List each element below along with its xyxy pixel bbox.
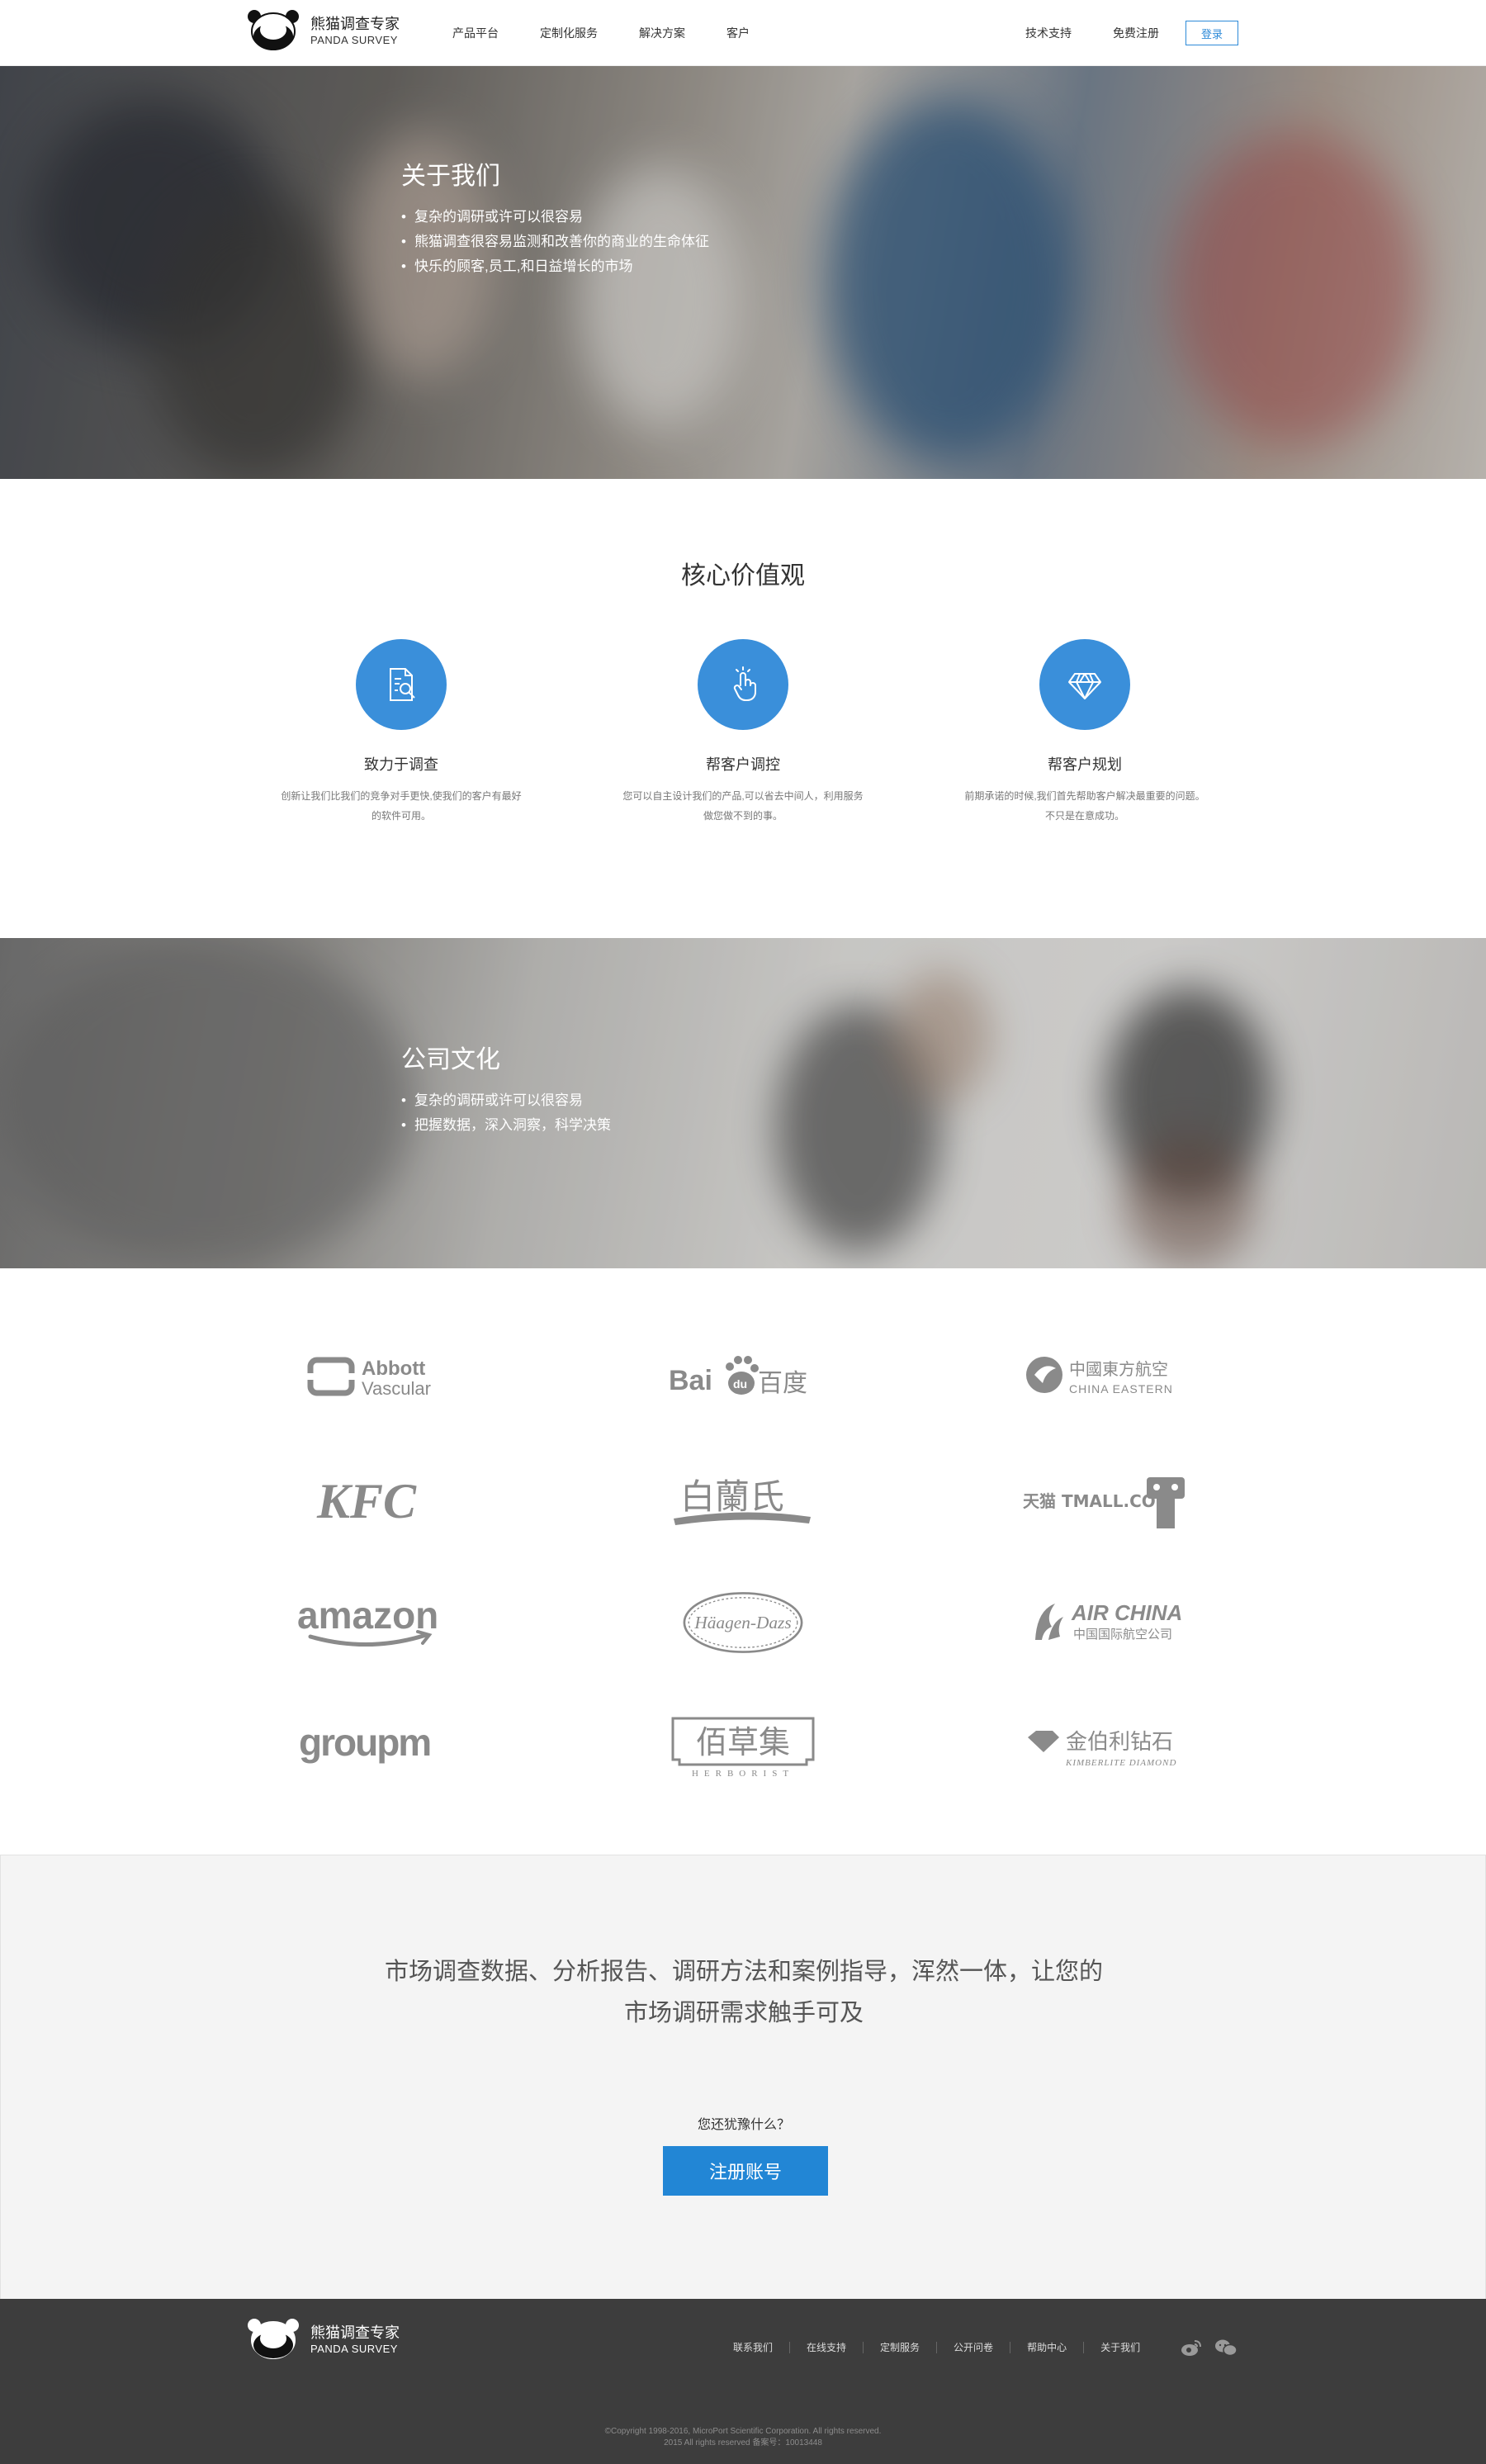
cta-line: 市场调查数据、分析报告、调研方法和案例指导，浑然一体，让您的 (384, 1959, 1103, 1985)
svg-text:groupm: groupm (299, 1721, 430, 1764)
document-search-icon (356, 639, 447, 730)
nav-item-solutions[interactable]: 解决方案 (639, 25, 685, 41)
client-logo-amazon: amazon (269, 1585, 484, 1660)
brand-sub: PANDA SURVEY (310, 33, 398, 46)
culture-title: 公司文化 (401, 1046, 500, 1073)
values-title: 核心价值观 (681, 562, 805, 590)
diamond-icon (1039, 639, 1130, 730)
svg-text:Vascular: Vascular (362, 1378, 431, 1399)
value-card: 帮客户调控 您可以自主设计我们的产品,可以省去中间人，利用服务做您做不到的事。 (611, 639, 875, 826)
nav-item-custom-service[interactable]: 定制化服务 (540, 25, 598, 41)
culture-banner: 公司文化 复杂的调研或许可以很容易 把握数据，深入洞察，科学决策 (0, 938, 1486, 1268)
svg-text:HERBORIST: HERBORIST (692, 1769, 794, 1779)
svg-text:Häagen-Dazs: Häagen-Dazs (693, 1613, 791, 1632)
social-links (1179, 2337, 1248, 2358)
about-point: 复杂的调研或许可以很容易 (401, 205, 709, 230)
value-desc: 创新让我们比我们的竞争对手更快,使我们的客户有最好的软件可用。 (281, 790, 522, 822)
about-title: 关于我们 (401, 163, 500, 190)
svg-text:金伯利钻石: 金伯利钻石 (1066, 1730, 1173, 1755)
svg-text:CHINA EASTERN: CHINA EASTERN (1069, 1382, 1173, 1395)
footer-link-custom-service[interactable]: 定制服务 (863, 2342, 936, 2353)
client-logo-groupm: groupm (269, 1709, 484, 1784)
wechat-icon[interactable] (1214, 2337, 1238, 2358)
nav-item-register[interactable]: 免费注册 (1113, 25, 1159, 41)
value-name: 致力于调查 (364, 756, 438, 773)
secondary-nav: 技术支持 免费注册 登录 (1025, 0, 1238, 66)
client-logo-herborist: 佰草集 HERBORIST (636, 1709, 850, 1784)
about-point: 熊猫调查很容易监测和改善你的商业的生命体征 (401, 230, 709, 254)
panda-logo-icon (248, 10, 299, 51)
svg-text:中国国际航空公司: 中国国际航空公司 (1073, 1627, 1172, 1642)
svg-text:KIMBERLITE DIAMOND: KIMBERLITE DIAMOND (1065, 1758, 1176, 1768)
brand-name: 熊猫调查专家 (310, 15, 400, 32)
svg-text:白蘭氏: 白蘭氏 (680, 1476, 784, 1517)
nav-item-support[interactable]: 技术支持 (1025, 25, 1072, 41)
client-logo-abbott: Abbott Vascular (269, 1338, 484, 1412)
register-account-button[interactable]: 注册账号 (663, 2146, 828, 2196)
copyright-line: ©Copyright 1998-2016, MicroPort Scientif… (604, 2427, 882, 2436)
login-button[interactable]: 登录 (1185, 21, 1238, 45)
culture-content: 公司文化 复杂的调研或许可以很容易 把握数据，深入洞察，科学决策 (401, 1039, 611, 1138)
svg-text:KFC: KFC (316, 1474, 417, 1528)
value-desc: 您可以自主设计我们的产品,可以省去中间人，利用服务做您做不到的事。 (622, 790, 864, 822)
client-logo-kimberlite: 金伯利钻石 KIMBERLITE DIAMOND (1002, 1709, 1217, 1784)
copyright-line: 2015 All rights reserved 备案号：10013448 (664, 2438, 822, 2447)
about-point: 快乐的顾客,员工,和日益增长的市场 (401, 254, 709, 279)
client-logo-tmall: 天猫 TMALL.COM (1002, 1462, 1217, 1536)
weibo-icon[interactable] (1179, 2337, 1204, 2358)
culture-point: 把握数据，深入洞察，科学决策 (401, 1113, 611, 1138)
copyright: ©Copyright 1998-2016, MicroPort Scientif… (0, 2426, 1486, 2449)
value-name: 帮客户调控 (706, 756, 780, 773)
svg-text:du: du (733, 1377, 747, 1391)
nav-item-clients[interactable]: 客户 (726, 25, 750, 41)
client-logo-china-eastern: 中國東方航空 CHINA EASTERN (1002, 1338, 1217, 1412)
client-logo-kfc: KFC (269, 1462, 484, 1536)
value-card: 帮客户规划 前期承诺的时候,我们首先帮助客户解决最重要的问题。不只是在意成功。 (953, 639, 1217, 826)
client-logo-air-china: AIR CHINA 中国国际航空公司 (1002, 1585, 1217, 1660)
culture-point: 复杂的调研或许可以很容易 (401, 1088, 611, 1113)
core-values-section: 核心价值观 致力于调查 创新让我们比我们的竞争对手更快,使我们的客户有最好的软件… (0, 479, 1486, 938)
svg-text:中國東方航空: 中國東方航空 (1069, 1359, 1168, 1379)
svg-text:Abbott: Abbott (362, 1358, 425, 1380)
value-name: 帮客户规划 (1048, 756, 1122, 773)
touch-hand-icon (698, 639, 788, 730)
nav-item-products[interactable]: 产品平台 (452, 25, 499, 41)
value-card: 致力于调查 创新让我们比我们的竞争对手更快,使我们的客户有最好的软件可用。 (269, 639, 533, 826)
client-logo-brands: 白蘭氏 (636, 1462, 850, 1536)
footer-links: 联系我们 在线支持 定制服务 公开问卷 帮助中心 关于我们 (717, 2342, 1157, 2353)
main-nav: 产品平台 定制化服务 解决方案 客户 (452, 0, 791, 66)
brand-name: 熊猫调查专家 (310, 2324, 400, 2341)
svg-text:百度: 百度 (758, 1369, 807, 1398)
client-logo-haagen-dazs: Häagen-Dazs (636, 1585, 850, 1660)
brand-logo[interactable]: 熊猫调查专家 PANDA SURVEY (248, 10, 400, 51)
svg-text:佰草集: 佰草集 (696, 1724, 790, 1760)
brand-sub: PANDA SURVEY (310, 2342, 398, 2355)
register-cta-section: 市场调查数据、分析报告、调研方法和案例指导，浑然一体，让您的 市场调研需求触手可… (0, 1855, 1486, 2299)
about-banner: 关于我们 复杂的调研或许可以很容易 熊猫调查很容易监测和改善你的商业的生命体征 … (0, 66, 1486, 479)
client-logos-section: Abbott Vascular Bai du 百度 中國東方航空 CHINA E… (0, 1268, 1486, 1855)
value-desc: 前期承诺的时候,我们首先帮助客户解决最重要的问题。不只是在意成功。 (964, 790, 1205, 822)
cta-line: 市场调研需求触手可及 (623, 2000, 864, 2026)
client-logo-baidu: Bai du 百度 (636, 1338, 850, 1412)
site-footer: 熊猫调查专家 PANDA SURVEY 联系我们 在线支持 定制服务 公开问卷 … (0, 2299, 1486, 2464)
cta-headline: 市场调查数据、分析报告、调研方法和案例指导，浑然一体，让您的 市场调研需求触手可… (1, 1951, 1486, 2034)
site-header: 熊猫调查专家 PANDA SURVEY 产品平台 定制化服务 解决方案 客户 技… (0, 0, 1486, 66)
footer-link-help[interactable]: 帮助中心 (1010, 2342, 1083, 2353)
footer-link-public-surveys[interactable]: 公开问卷 (936, 2342, 1010, 2353)
footer-link-contact[interactable]: 联系我们 (717, 2342, 789, 2353)
footer-link-about[interactable]: 关于我们 (1083, 2342, 1157, 2353)
footer-link-online-support[interactable]: 在线支持 (789, 2342, 863, 2353)
svg-text:AIR CHINA: AIR CHINA (1071, 1600, 1182, 1625)
footer-brand-logo[interactable]: 熊猫调查专家 PANDA SURVEY (248, 2319, 400, 2360)
panda-logo-icon (248, 2319, 299, 2360)
about-content: 关于我们 复杂的调研或许可以很容易 熊猫调查很容易监测和改善你的商业的生命体征 … (401, 155, 709, 279)
cta-question: 您还犹豫什么？ (697, 2118, 790, 2132)
svg-text:Bai: Bai (669, 1365, 712, 1396)
